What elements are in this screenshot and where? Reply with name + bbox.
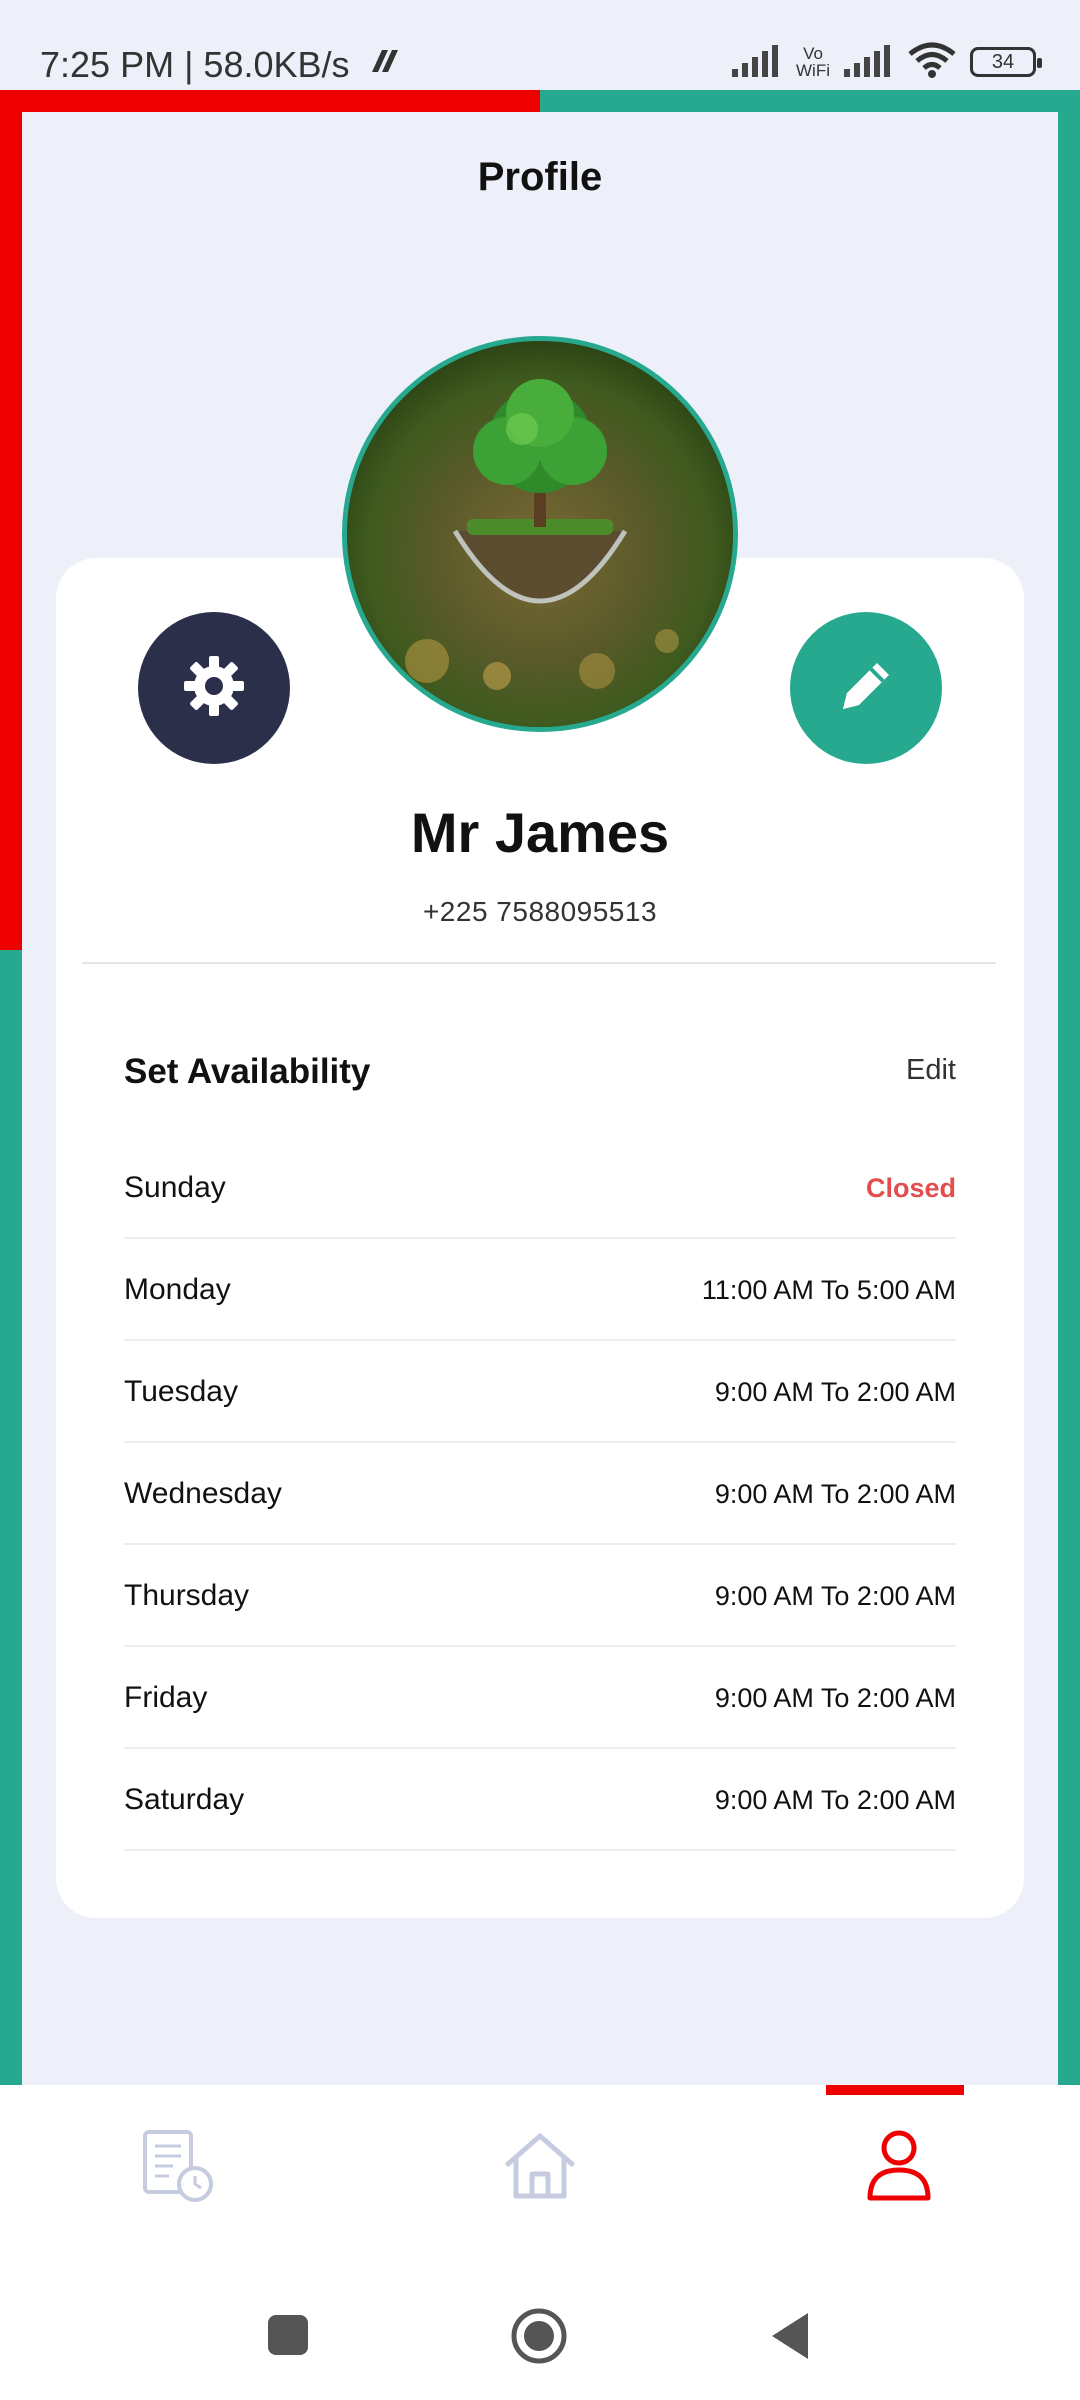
availability-row-friday[interactable]: Friday 9:00 AM To 2:00 AM bbox=[124, 1647, 956, 1749]
home-icon bbox=[502, 2128, 578, 2209]
nav-item-history[interactable] bbox=[134, 2123, 224, 2213]
home-system-button[interactable] bbox=[510, 2307, 568, 2370]
divider bbox=[82, 962, 996, 964]
availability-row-sunday[interactable]: Sunday Closed bbox=[124, 1137, 956, 1239]
wifi-icon bbox=[908, 42, 956, 83]
availability-row-saturday[interactable]: Saturday 9:00 AM To 2:00 AM bbox=[124, 1749, 956, 1851]
hours-label: 9:00 AM To 2:00 AM bbox=[714, 1682, 956, 1713]
availability-row-tuesday[interactable]: Tuesday 9:00 AM To 2:00 AM bbox=[124, 1341, 956, 1443]
battery-icon: 34 bbox=[970, 47, 1042, 77]
history-icon bbox=[139, 2126, 219, 2211]
frame-right-teal bbox=[1058, 90, 1080, 2085]
day-label: Sunday bbox=[124, 1171, 226, 1204]
availability-title: Set Availability bbox=[124, 1052, 371, 1091]
user-phone: +225 7588095513 bbox=[422, 896, 658, 927]
profile-icon bbox=[864, 2128, 934, 2209]
availability-list: Sunday Closed Monday 11:00 AM To 5:00 AM… bbox=[124, 1137, 956, 1851]
avatar-image bbox=[347, 341, 733, 727]
availability-row-thursday[interactable]: Thursday 9:00 AM To 2:00 AM bbox=[124, 1545, 956, 1647]
edit-profile-button[interactable] bbox=[790, 612, 942, 764]
hours-label: 11:00 AM To 5:00 AM bbox=[701, 1274, 956, 1305]
day-label: Tuesday bbox=[124, 1375, 238, 1408]
hours-label: 9:00 AM To 2:00 AM bbox=[714, 1478, 956, 1509]
hours-label: 9:00 AM To 2:00 AM bbox=[714, 1376, 956, 1407]
frame-top-red bbox=[0, 90, 540, 112]
day-label: Saturday bbox=[124, 1783, 245, 1816]
settings-button[interactable] bbox=[138, 612, 290, 764]
signal-icon bbox=[732, 43, 782, 82]
day-label: Thursday bbox=[124, 1579, 250, 1612]
signal-icon-2 bbox=[844, 43, 894, 82]
status-icons: Vo WiFi 34 bbox=[732, 40, 1042, 84]
back-button[interactable] bbox=[768, 2311, 812, 2366]
status-bar: 7:25 PM | 58.0KB/s Vo WiFi 34 bbox=[0, 0, 1080, 90]
avatar[interactable] bbox=[342, 336, 738, 732]
hours-label: Closed bbox=[865, 1172, 956, 1203]
pencil-icon bbox=[833, 653, 899, 724]
frame-left-teal bbox=[0, 950, 22, 2085]
hours-label: 9:00 AM To 2:00 AM bbox=[714, 1580, 956, 1611]
vowifi-label-bottom: WiFi bbox=[796, 61, 830, 80]
system-nav-bar bbox=[0, 2245, 1080, 2400]
nav-active-indicator bbox=[826, 2085, 964, 2095]
status-time: 7:25 PM | 58.0KB/s bbox=[40, 44, 350, 85]
frame-top-teal bbox=[540, 90, 1080, 112]
hours-label: 9:00 AM To 2:00 AM bbox=[714, 1784, 956, 1815]
user-name: Mr James bbox=[410, 801, 670, 864]
nav-item-profile[interactable] bbox=[854, 2123, 944, 2213]
page-title: Profile bbox=[477, 155, 603, 199]
day-label: Friday bbox=[124, 1681, 208, 1714]
profile-screen: 7:25 PM | 58.0KB/s Vo WiFi 34 Profile Mr… bbox=[0, 0, 1080, 2400]
gear-icon bbox=[182, 654, 246, 723]
day-label: Wednesday bbox=[124, 1477, 282, 1510]
recents-button[interactable] bbox=[266, 2313, 310, 2362]
day-label: Monday bbox=[124, 1273, 231, 1306]
data-saver-icon bbox=[366, 46, 400, 81]
availability-row-wednesday[interactable]: Wednesday 9:00 AM To 2:00 AM bbox=[124, 1443, 956, 1545]
availability-edit-link[interactable]: Edit bbox=[906, 1054, 956, 1087]
vowifi-icon: Vo WiFi bbox=[796, 45, 830, 79]
nav-item-home[interactable] bbox=[495, 2123, 585, 2213]
bottom-nav bbox=[0, 2085, 1080, 2245]
availability-row-monday[interactable]: Monday 11:00 AM To 5:00 AM bbox=[124, 1239, 956, 1341]
